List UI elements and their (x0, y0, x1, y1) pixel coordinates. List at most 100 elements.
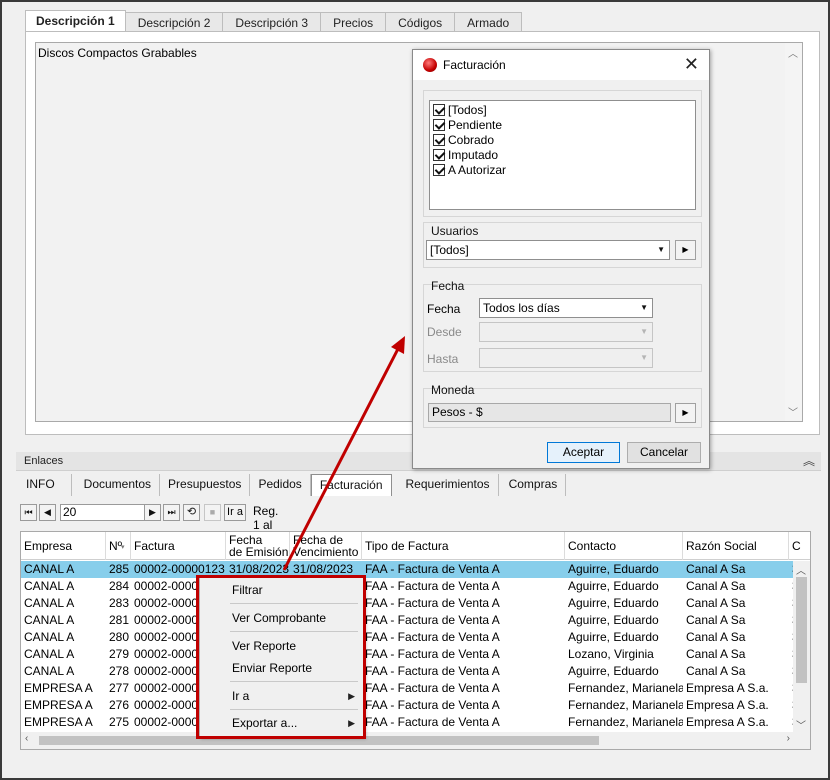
scroll-down-icon[interactable]: ﹀ (788, 404, 798, 419)
tab-descripcion-1[interactable]: Descripción 1 (25, 10, 126, 32)
last-page-icon[interactable]: ⏭ (163, 504, 180, 521)
col-empresa[interactable]: Empresa (21, 532, 106, 560)
checkbox-checked-icon[interactable] (433, 164, 445, 176)
table-row[interactable]: CANAL A 285 00002-00000123 31/08/2023 31/08/… (21, 561, 799, 578)
close-icon[interactable]: ✕ (684, 54, 699, 75)
hasta-label: Hasta (427, 352, 459, 366)
tab-pedidos[interactable]: Pedidos (250, 474, 311, 496)
table-row[interactable]: CANAL A 284 00002-00000 FAA - Factura de Ve… (21, 578, 799, 595)
col-contacto[interactable]: Contacto (565, 532, 683, 560)
usuarios-select[interactable]: [Todos] ▼ (426, 240, 670, 260)
cell-tipo: FAA - Factura de Venta A (365, 647, 500, 661)
cell-empresa: EMPRESA A (24, 681, 93, 695)
desde-date-field: ▼ (479, 322, 653, 342)
scroll-left-icon[interactable]: ‹ (25, 733, 28, 744)
tab-armado[interactable]: Armado (454, 12, 523, 32)
tab-documentos[interactable]: Documentos (71, 474, 161, 496)
next-page-icon[interactable]: ▶ (144, 504, 161, 521)
table-row[interactable]: EMPRESA A 275 00002-00000 FAA - Factura de … (21, 714, 799, 731)
table-row[interactable]: CANAL A 283 00002-00000 FAA - Factura de Ve… (21, 595, 799, 612)
refresh-icon[interactable]: ⟲ (183, 504, 200, 521)
top-tab-strip: Descripción 1 Descripción 2 Descripción … (25, 10, 523, 32)
menu-item-filtrar[interactable]: Filtrar (232, 583, 263, 597)
cell-nro: 278 (108, 664, 129, 678)
scroll-up-icon[interactable]: ︿ (788, 45, 798, 60)
col-fecha-vencimiento[interactable]: Fecha de Vencimiento (290, 532, 362, 560)
col-razon-social[interactable]: Razón Social (683, 532, 789, 560)
checkbox-checked-icon[interactable] (433, 134, 445, 146)
status-option-a-autorizar[interactable]: A Autorizar (433, 163, 506, 178)
cell-razon: Canal A Sa (686, 596, 746, 610)
tab-compras[interactable]: Compras (498, 474, 567, 496)
col-extra[interactable]: C (789, 532, 810, 560)
table-row[interactable]: EMPRESA A 276 00002-00000 FAA - Factura de … (21, 697, 799, 714)
menu-item-ver-comprobante[interactable]: Ver Comprobante (232, 611, 326, 625)
collapse-chevron-icon[interactable]: ︽ (803, 452, 815, 469)
desde-label: Desde (427, 325, 462, 339)
checkbox-checked-icon[interactable] (433, 149, 445, 161)
goto-button[interactable]: Ir a (224, 504, 246, 521)
scroll-right-icon[interactable]: › (787, 733, 790, 744)
dropdown-arrow-icon[interactable]: ▼ (640, 299, 648, 317)
scroll-up-icon[interactable]: ︿ (796, 562, 806, 577)
menu-item-enviar-reporte[interactable]: Enviar Reporte (232, 661, 312, 675)
fecha-select[interactable]: Todos los días ▼ (479, 298, 653, 318)
tab-presupuestos[interactable]: Presupuestos (160, 474, 251, 496)
dropdown-arrow-icon: ▼ (640, 327, 648, 336)
fecha-label: Fecha (427, 302, 461, 316)
grid-horizontal-scrollbar[interactable]: ‹ › (21, 732, 810, 749)
status-option-pendiente[interactable]: Pendiente (433, 118, 502, 133)
grid-header: Empresa Nº ▾ Factura Fecha de Emisión Fech… (21, 532, 810, 560)
dropdown-arrow-icon[interactable]: ▼ (657, 241, 665, 259)
hscroll-thumb[interactable] (39, 736, 599, 745)
menu-item-ir-a[interactable]: Ir a (232, 689, 249, 703)
accept-button[interactable]: Aceptar (547, 442, 620, 463)
cell-empresa: CANAL A (24, 647, 75, 661)
usuarios-browse-button[interactable]: ▶ (675, 240, 696, 260)
col-tipo-factura[interactable]: Tipo de Factura (362, 532, 565, 560)
status-option-todos[interactable]: [Todos] (433, 103, 487, 118)
moneda-browse-button[interactable]: ▶ (675, 403, 696, 423)
menu-separator (230, 603, 358, 604)
cell-empresa: CANAL A (24, 596, 75, 610)
cell-contacto: Fernandez, Marianela (568, 698, 683, 712)
fecha-group-label: Fecha (431, 279, 465, 293)
table-row[interactable]: CANAL A 279 00002-00000 FAA - Factura de Ve… (21, 646, 799, 663)
status-option-cobrado[interactable]: Cobrado (433, 133, 494, 148)
tab-descripcion-3[interactable]: Descripción 3 (222, 12, 322, 32)
col-fecha-emision[interactable]: Fecha de Emisión (226, 532, 290, 560)
cell-contacto: Aguirre, Eduardo (568, 596, 659, 610)
col-factura[interactable]: Factura (131, 532, 226, 560)
moneda-field[interactable]: Pesos - $ (428, 403, 671, 422)
cell-empresa: CANAL A (24, 613, 75, 627)
tab-facturacion[interactable]: Facturación (310, 474, 392, 496)
col-nro[interactable]: Nº ▾ (106, 532, 131, 560)
checkbox-checked-icon[interactable] (433, 104, 445, 116)
table-row[interactable]: EMPRESA A 277 00002-00000 FAA - Factura de … (21, 680, 799, 697)
cell-tipo: FAA - Factura de Venta A (365, 596, 500, 610)
tab-info[interactable]: INFO (20, 474, 72, 496)
table-row[interactable]: CANAL A 280 00002-00000 FAA - Factura de Ve… (21, 629, 799, 646)
menu-item-ver-reporte[interactable]: Ver Reporte (232, 639, 296, 653)
cancel-button[interactable]: Cancelar (627, 442, 701, 463)
hasta-date-field: ▼ (479, 348, 653, 368)
tab-requerimientos[interactable]: Requerimientos (391, 474, 499, 496)
tab-codigos[interactable]: Códigos (385, 12, 456, 32)
table-row[interactable]: CANAL A 278 00002-00000 FAA - Factura de Ve… (21, 663, 799, 680)
dialog-titlebar[interactable]: Facturación ✕ (413, 50, 709, 80)
cell-tipo: FAA - Factura de Venta A (365, 562, 500, 576)
tab-precios[interactable]: Precios (320, 12, 387, 32)
checkbox-checked-icon[interactable] (433, 119, 445, 131)
scroll-down-icon[interactable]: ﹀ (796, 717, 806, 732)
table-row[interactable]: CANAL A 281 00002-00000 FAA - Factura de Ve… (21, 612, 799, 629)
tab-descripcion-2[interactable]: Descripción 2 (124, 12, 224, 32)
description-scrollbar[interactable]: ︿ ﹀ (785, 43, 802, 421)
grid-vertical-scrollbar[interactable]: ︿ ﹀ (793, 561, 810, 733)
scroll-thumb[interactable] (796, 577, 807, 683)
cell-contacto: Aguirre, Eduardo (568, 630, 659, 644)
first-page-icon[interactable]: ⏮ (20, 504, 37, 521)
menu-item-exportar[interactable]: Exportar a... (232, 716, 297, 730)
status-option-imputado[interactable]: Imputado (433, 148, 498, 163)
prev-page-icon[interactable]: ◀ (39, 504, 56, 521)
cell-emision: 31/08/2023 (229, 562, 290, 576)
